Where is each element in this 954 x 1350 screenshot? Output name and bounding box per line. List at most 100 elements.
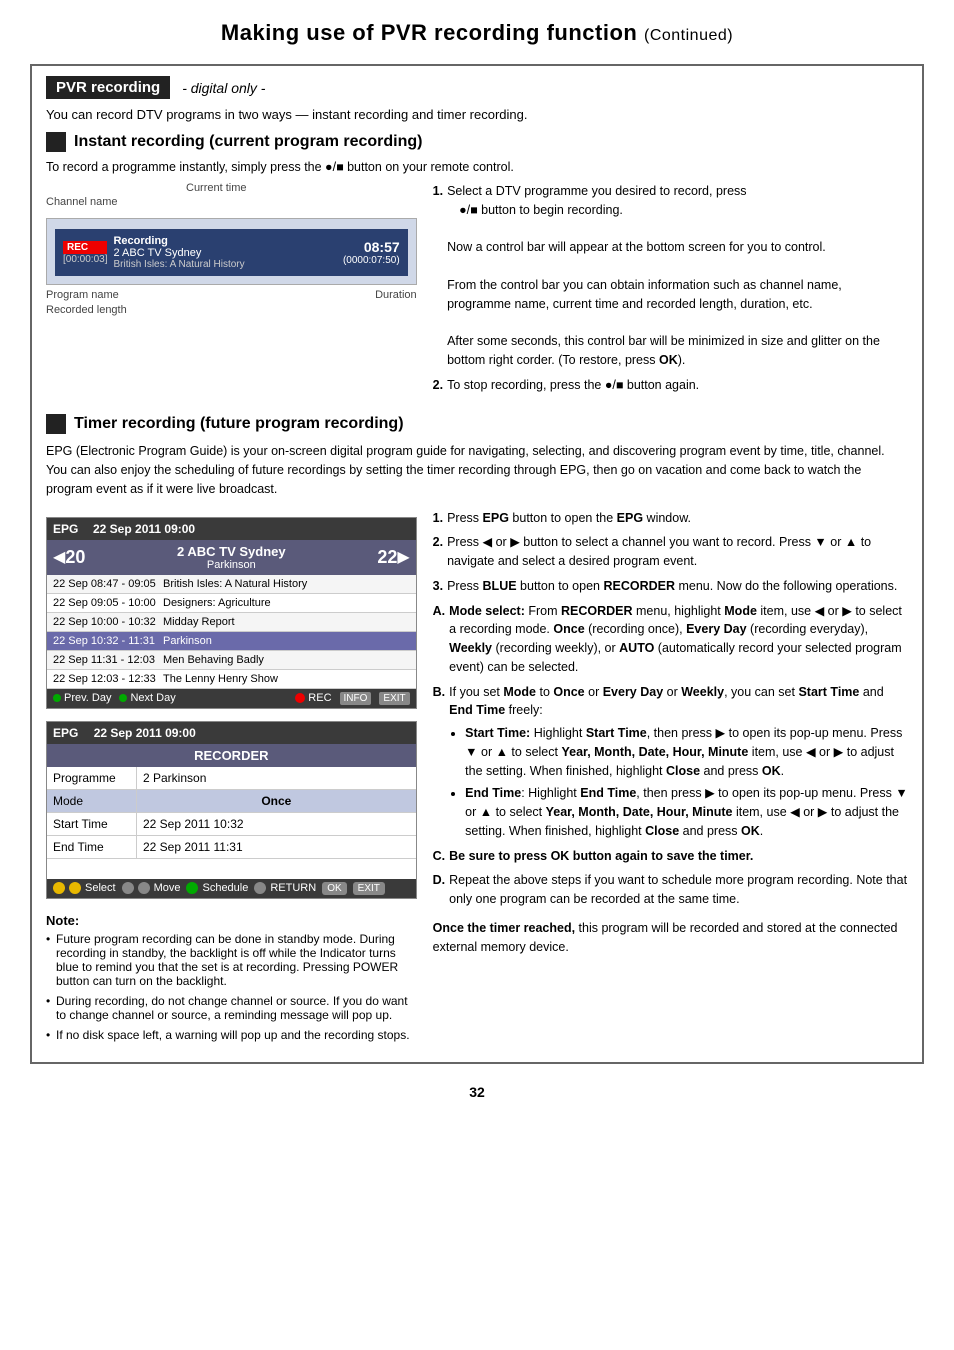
- move-icon2: [138, 882, 150, 894]
- final-note: Once the timer reached, this program wil…: [433, 919, 908, 957]
- rec-badge-block: REC [00:00:03]: [63, 241, 107, 265]
- prev-channel-arrow[interactable]: ◀: [53, 547, 65, 567]
- start-time-label: Start Time: [47, 813, 137, 835]
- epg-label: EPG: [53, 522, 93, 536]
- return-label[interactable]: RETURN: [270, 882, 316, 894]
- info-button[interactable]: INFO: [340, 692, 372, 705]
- timer-step-1: 1. Press EPG button to open the EPG wind…: [433, 509, 908, 528]
- ok-button[interactable]: OK: [322, 882, 346, 895]
- epg-table: EPG 22 Sep 2011 09:00 ◀ 20 2 ABC TV Sydn…: [46, 517, 417, 709]
- epg-program-row-3[interactable]: 22 Sep 10:32 - 11:31 Parkinson: [47, 632, 416, 651]
- channel-value: 2 ABC TV Sydney: [113, 247, 336, 259]
- recorder-spacer: [47, 859, 416, 879]
- current-time-label: Current time: [186, 182, 417, 194]
- schedule-icon: [186, 882, 198, 894]
- note-item-2: During recording, do not change channel …: [46, 994, 417, 1022]
- control-bar-diagram: REC [00:00:03] Recording 2 ABC TV Sydney…: [46, 218, 417, 285]
- next-day-indicator: Next Day: [119, 692, 175, 704]
- step-2: 2. To stop recording, press the ●/■ butt…: [433, 376, 908, 395]
- current-time-value: 08:57: [343, 239, 400, 255]
- note-section: Note: Future program recording can be do…: [46, 913, 417, 1042]
- main-content-box: PVR recording - digital only - You can r…: [30, 64, 924, 1064]
- recording-label: Recording: [113, 235, 336, 247]
- timer-recording-heading: Timer recording (future program recordin…: [46, 414, 908, 434]
- page-number: 32: [30, 1084, 924, 1100]
- recorder-header: EPG 22 Sep 2011 09:00: [47, 722, 416, 744]
- programme-row: Programme 2 Parkinson: [47, 767, 416, 790]
- start-time-bullet: Start Time: Highlight Start Time, then p…: [465, 724, 908, 780]
- epg-program-row-0[interactable]: 22 Sep 08:47 - 09:05 British Isles: A Na…: [47, 575, 416, 594]
- start-time-row[interactable]: Start Time 22 Sep 2011 10:32: [47, 813, 416, 836]
- recorder-title: RECORDER: [47, 744, 416, 767]
- move-label[interactable]: Move: [154, 882, 181, 894]
- diagram-bottom-labels: Program name Duration: [46, 289, 417, 301]
- recorder-footer: Select Move Schedule RETURN: [47, 879, 416, 898]
- end-time-value: 22 Sep 2011 11:31: [137, 836, 416, 858]
- rec-label[interactable]: REC: [308, 692, 331, 704]
- epg-channel-row: ◀ 20 2 ABC TV Sydney Parkinson 22 ▶: [47, 540, 416, 575]
- recorder-header-date: 22 Sep 2011 09:00: [94, 726, 196, 740]
- program-info: Recording 2 ABC TV Sydney British Isles:…: [113, 235, 336, 270]
- end-time-row[interactable]: End Time 22 Sep 2011 11:31: [47, 836, 416, 859]
- epg-program-row-1[interactable]: 22 Sep 09:05 - 10:00 Designers: Agricult…: [47, 594, 416, 613]
- programme-value: 2 Parkinson: [137, 767, 416, 789]
- page-title: Making use of PVR recording function (Co…: [30, 20, 924, 46]
- channel-num-right: 22: [361, 547, 397, 568]
- duration-value: (0000:07:50): [343, 255, 400, 266]
- channel-sub: Parkinson: [101, 559, 361, 571]
- recorder-table: EPG 22 Sep 2011 09:00 RECORDER Programme…: [46, 721, 417, 899]
- note-item-1: Future program recording can be done in …: [46, 932, 417, 988]
- epg-program-row-4[interactable]: 22 Sep 11:31 - 12:03 Men Behaving Badly: [47, 651, 416, 670]
- select-icon: [53, 882, 65, 894]
- return-icon: [254, 882, 266, 894]
- timer-step-b: B. If you set Mode to Once or Every Day …: [433, 683, 908, 841]
- mode-row[interactable]: Mode Once: [47, 790, 416, 813]
- channel-number-prefix: 2: [177, 544, 187, 559]
- section-icon: [46, 132, 66, 152]
- control-bar-left: Current time Channel name REC [00:00:03]…: [46, 182, 417, 400]
- pvr-subtitle: - digital only -: [182, 80, 265, 96]
- pvr-header: PVR recording - digital only -: [46, 76, 908, 99]
- step-1: 1. Select a DTV programme you desired to…: [433, 182, 908, 370]
- program-name-label: Program name: [46, 289, 119, 301]
- timer-step-2: 2. Press ◀ or ▶ button to select a chann…: [433, 533, 908, 571]
- instant-recording-steps: 1. Select a DTV programme you desired to…: [433, 182, 908, 400]
- duration-label: Duration: [375, 289, 417, 301]
- instant-desc: To record a programme instantly, simply …: [46, 160, 908, 174]
- select-label[interactable]: Select: [85, 882, 116, 894]
- exit-recorder-button[interactable]: EXIT: [353, 882, 385, 895]
- timer-step-3: 3. Press BLUE button to open RECORDER me…: [433, 577, 908, 596]
- next-channel-arrow[interactable]: ▶: [397, 547, 409, 567]
- section-icon-timer: [46, 414, 66, 434]
- move-icon: [122, 882, 134, 894]
- recorded-length-label: Recorded length: [46, 304, 417, 316]
- timer-step-c: C. Be sure to press OK button again to s…: [433, 847, 908, 866]
- mode-value: Once: [137, 790, 416, 812]
- timer-step-d: D. Repeat the above steps if you want to…: [433, 871, 908, 909]
- next-day-label[interactable]: Next Day: [130, 692, 175, 704]
- timer-desc: EPG (Electronic Program Guide) is your o…: [46, 442, 908, 498]
- epg-program-row-2[interactable]: 22 Sep 10:00 - 10:32 Midday Report: [47, 613, 416, 632]
- schedule-label[interactable]: Schedule: [202, 882, 248, 894]
- time-block: 08:57 (0000:07:50): [343, 239, 400, 266]
- start-time-value: 22 Sep 2011 10:32: [137, 813, 416, 835]
- rec-badge: REC: [63, 241, 107, 254]
- pvr-intro: You can record DTV programs in two ways …: [46, 107, 908, 122]
- prev-day-label[interactable]: Prev. Day: [64, 692, 111, 704]
- epg-header: EPG 22 Sep 2011 09:00: [47, 518, 416, 540]
- recorded-length: [00:00:03]: [63, 254, 107, 265]
- prev-day-dot: [53, 694, 61, 702]
- epg-footer: Prev. Day Next Day REC INFO EXIT: [47, 689, 416, 708]
- mode-label: Mode: [47, 790, 137, 812]
- end-time-bullet: End Time: Highlight End Time, then press…: [465, 784, 908, 840]
- epg-program-row-5[interactable]: 22 Sep 12:03 - 12:33 The Lenny Henry Sho…: [47, 670, 416, 689]
- select-icon2: [69, 882, 81, 894]
- note-label: Note:: [46, 913, 417, 928]
- timer-step-a: A. Mode select: From RECORDER menu, high…: [433, 602, 908, 677]
- exit-button[interactable]: EXIT: [379, 692, 409, 705]
- note-item-3: If no disk space left, a warning will po…: [46, 1028, 417, 1042]
- timer-recording-steps: 1. Press EPG button to open the EPG wind…: [433, 509, 908, 1048]
- timer-recording-section: EPG 22 Sep 2011 09:00 ◀ 20 2 ABC TV Sydn…: [46, 509, 908, 1048]
- channel-name-label: Channel name: [46, 196, 417, 208]
- channel-info: 2 ABC TV Sydney Parkinson: [101, 544, 361, 571]
